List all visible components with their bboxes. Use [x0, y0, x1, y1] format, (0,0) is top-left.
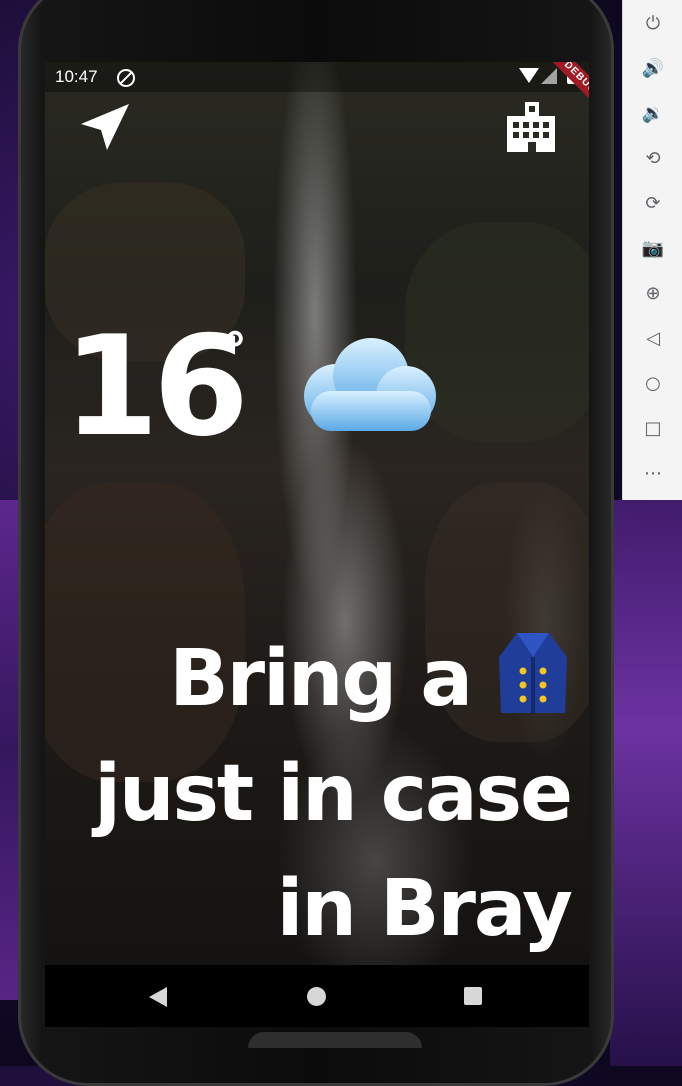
- coat-icon: [495, 627, 571, 717]
- status-time: 10:47: [55, 67, 98, 86]
- degree-symbol: °: [223, 323, 247, 379]
- status-bar: 10:47: [45, 62, 589, 92]
- camera-icon[interactable]: 📷: [641, 237, 665, 261]
- clothing-message: Bring a just in case in Bray: [91, 622, 573, 965]
- home-icon[interactable]: ○: [641, 372, 665, 396]
- android-nav-bar: [45, 965, 589, 1027]
- bottom-speaker: [248, 1032, 422, 1048]
- wifi-icon: [519, 68, 539, 83]
- home-icon[interactable]: [307, 987, 326, 1006]
- city-icon[interactable]: [503, 98, 559, 154]
- overview-icon[interactable]: □: [641, 417, 665, 441]
- desktop-background-right: [610, 500, 682, 1066]
- more-icon[interactable]: ⋯: [641, 462, 665, 486]
- back-icon[interactable]: [149, 987, 167, 1007]
- navigation-arrow-icon[interactable]: [77, 100, 133, 156]
- message-line-3: in Bray: [276, 864, 573, 954]
- emulator-toolbar: ⏻ 🔊 🔉 ⟲ ⟳ 📷 ⊕ ◁ ○ □ ⋯: [622, 0, 682, 500]
- rotate-left-icon[interactable]: ⟲: [641, 147, 665, 171]
- message-line-2: just in case: [94, 749, 573, 839]
- app-screen: 10:47 DEBUG 16 ° Bring a just in case in…: [45, 62, 589, 965]
- zoom-icon[interactable]: ⊕: [641, 282, 665, 306]
- temperature-value: 16: [63, 306, 249, 467]
- back-icon[interactable]: ◁: [641, 327, 665, 351]
- volume-up-icon[interactable]: 🔊: [641, 57, 665, 81]
- do-not-disturb-icon: [117, 69, 135, 87]
- message-text-1: Bring a: [169, 634, 473, 724]
- signal-icon: [541, 68, 557, 84]
- message-line-1: Bring a: [91, 622, 571, 737]
- temperature-row: 16 °: [63, 317, 563, 457]
- recents-icon[interactable]: [464, 987, 482, 1005]
- cloud-icon: [291, 331, 441, 441]
- rotate-right-icon[interactable]: ⟳: [641, 192, 665, 216]
- volume-down-icon[interactable]: 🔉: [641, 102, 665, 126]
- power-icon[interactable]: ⏻: [641, 12, 665, 36]
